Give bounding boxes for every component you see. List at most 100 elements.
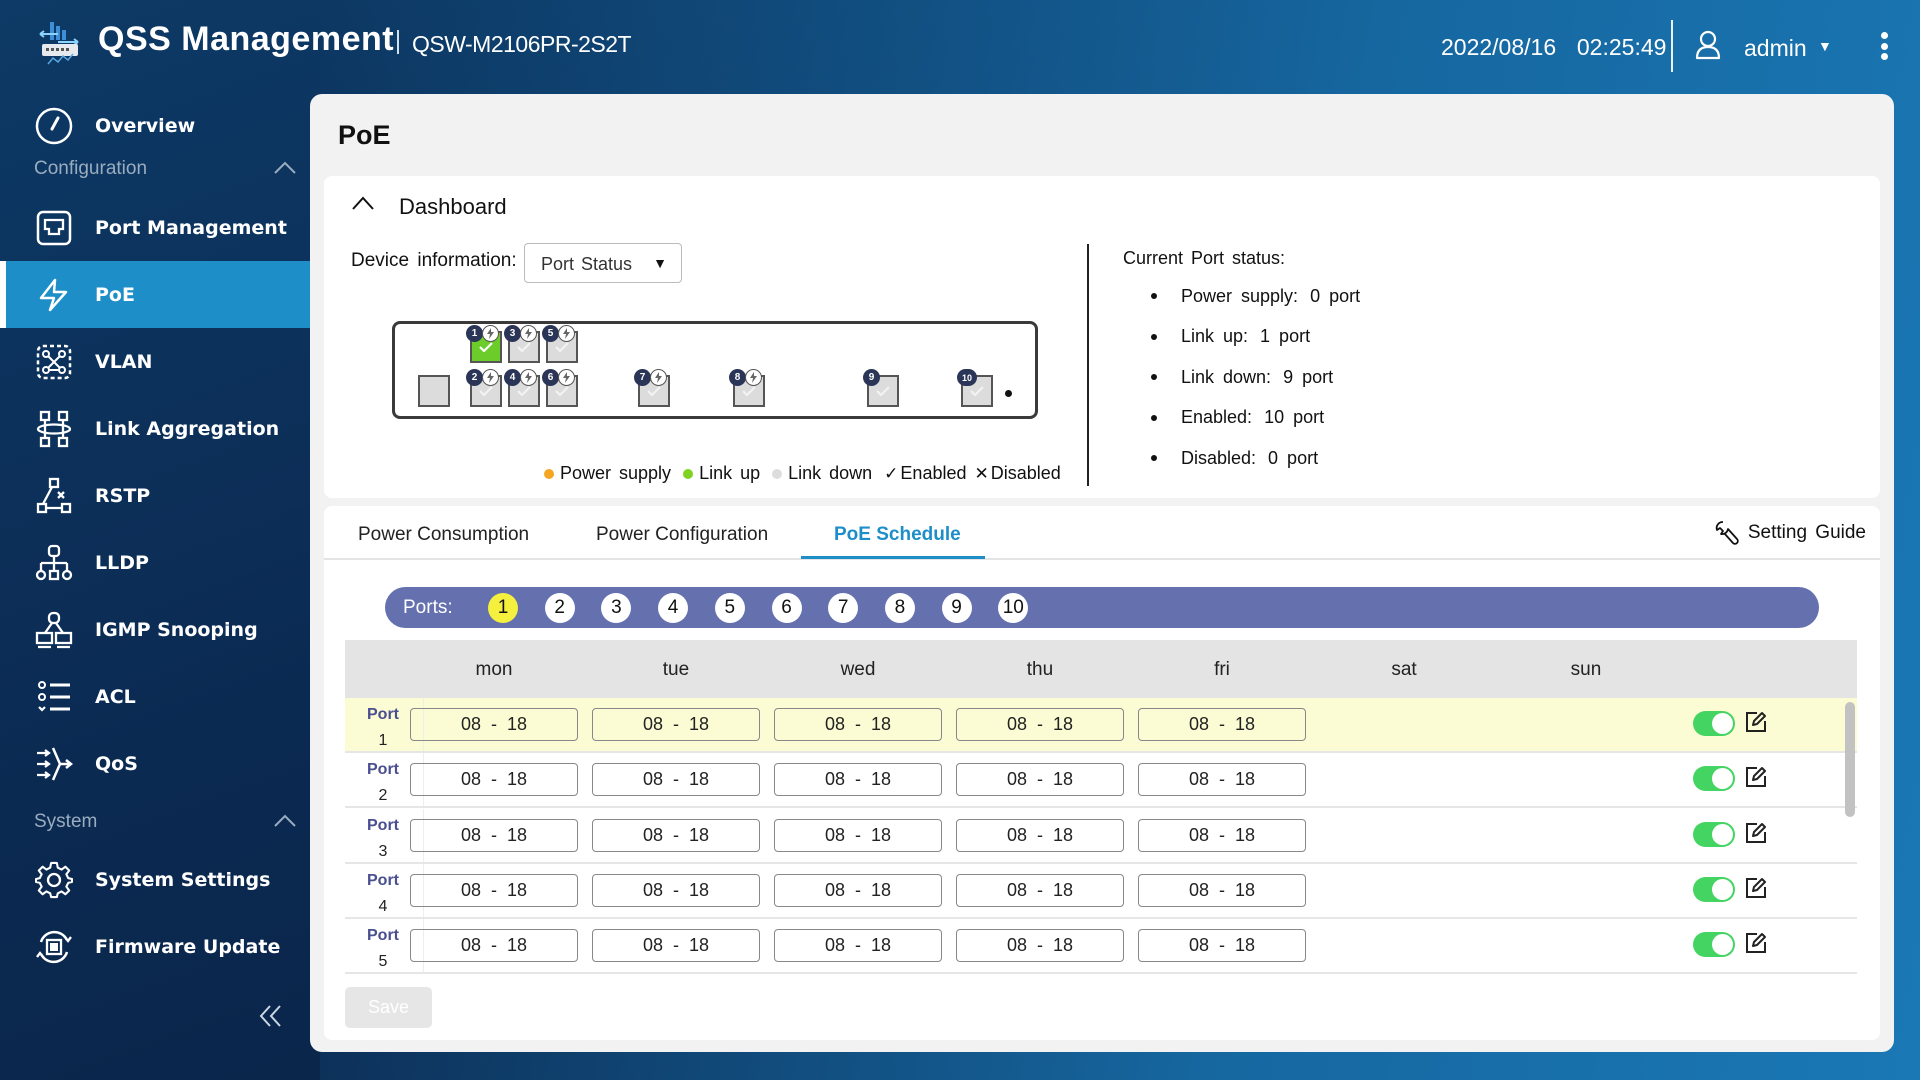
schedule-enable-toggle[interactable] — [1693, 932, 1735, 958]
vlan-icon — [34, 342, 74, 382]
status-value: 10 port — [1264, 407, 1325, 428]
switch-port[interactable]: 10 — [957, 369, 993, 407]
legend-label: Enabled — [900, 463, 967, 483]
port-select-button[interactable]: 2 — [544, 593, 575, 623]
more-options-icon[interactable] — [1878, 32, 1890, 60]
port-select-button[interactable]: 9 — [941, 593, 972, 623]
switch-port[interactable]: 5 — [542, 325, 578, 363]
chevron-up-icon[interactable] — [352, 196, 374, 210]
switch-port[interactable]: 1 — [466, 325, 502, 363]
time-range-mon[interactable]: 08 - 18 — [410, 708, 578, 741]
edit-icon[interactable] — [1744, 765, 1768, 789]
switch-port[interactable]: 3 — [504, 325, 540, 363]
switch-port[interactable]: 4 — [504, 369, 540, 407]
time-range-tue[interactable]: 08 - 18 — [592, 763, 760, 797]
time-range-tue[interactable]: 08 - 18 — [592, 708, 760, 741]
status-power-supply: Power supply: 0 port — [1151, 276, 1360, 317]
schedule-enable-toggle[interactable] — [1693, 821, 1735, 847]
time-range-tue[interactable]: 08 - 18 — [592, 873, 760, 907]
time-range-thu[interactable]: 08 - 18 — [956, 818, 1124, 852]
lightning-icon — [34, 275, 74, 315]
port-select-button[interactable]: 5 — [714, 593, 745, 623]
edit-icon[interactable] — [1744, 710, 1768, 734]
time-range-tue[interactable]: 08 - 18 — [592, 929, 760, 963]
time-range-fri[interactable]: 08 - 18 — [1138, 929, 1306, 963]
sidebar-item-label: Overview — [95, 114, 196, 137]
time-range-wed[interactable]: 08 - 18 — [774, 873, 942, 907]
edit-icon[interactable] — [1744, 876, 1768, 900]
port-legend: Power supply Link up Link down ✓ Enabled … — [544, 463, 1073, 484]
time-range-fri[interactable]: 08 - 18 — [1138, 763, 1306, 797]
port-select-button[interactable]: 4 — [658, 593, 689, 623]
sidebar-item-label: System Settings — [95, 868, 271, 891]
table-scrollbar[interactable] — [1845, 702, 1855, 817]
poe-bolt-icon — [520, 325, 537, 342]
time-range-mon[interactable]: 08 - 18 — [410, 763, 578, 797]
sidebar-item-rstp[interactable]: RSTP — [0, 462, 310, 529]
time-range-fri[interactable]: 08 - 18 — [1138, 818, 1306, 852]
sidebar-item-link-aggregation[interactable]: Link Aggregation — [0, 395, 310, 462]
poe-bolt-icon — [482, 369, 499, 386]
schedule-enable-toggle[interactable] — [1693, 766, 1735, 792]
port-number-badge: 6 — [542, 369, 559, 386]
section-system[interactable]: System — [34, 807, 296, 837]
port-number-badge: 5 — [542, 325, 559, 342]
poe-bolt-icon — [520, 369, 537, 386]
status-link-down: Link down: 9 port — [1151, 357, 1360, 398]
sidebar-item-firmware-update[interactable]: Firmware Update — [0, 913, 310, 980]
tab-power-configuration[interactable]: Power Configuration — [596, 524, 768, 560]
sidebar-item-qos[interactable]: QoS — [0, 730, 310, 797]
time-range-fri[interactable]: 08 - 18 — [1138, 708, 1306, 741]
sidebar-item-vlan[interactable]: VLAN — [0, 328, 310, 395]
time-range-tue[interactable]: 08 - 18 — [592, 818, 760, 852]
port-select-button[interactable]: 10 — [998, 593, 1029, 623]
port-select-button[interactable]: 1 — [488, 593, 518, 623]
sidebar-item-overview[interactable]: Overview — [0, 92, 310, 159]
tab-poe-schedule[interactable]: PoE Schedule — [834, 524, 961, 560]
device-info-select[interactable]: Port Status ▼ — [524, 243, 682, 283]
time-range-mon[interactable]: 08 - 18 — [410, 818, 578, 852]
sidebar-item-poe[interactable]: PoE — [0, 261, 310, 328]
port-select-button[interactable]: 3 — [601, 593, 632, 623]
switch-port[interactable]: 6 — [542, 369, 578, 407]
switch-port[interactable]: 7 — [634, 369, 670, 407]
gear-icon — [34, 860, 74, 900]
time-range-mon[interactable]: 08 - 18 — [410, 929, 578, 963]
switch-port[interactable]: 2 — [466, 369, 502, 407]
time-range-thu[interactable]: 08 - 18 — [956, 873, 1124, 907]
switch-port[interactable]: 8 — [729, 369, 765, 407]
collapse-sidebar-icon[interactable] — [258, 1003, 284, 1029]
time-range-thu[interactable]: 08 - 18 — [956, 708, 1124, 741]
sidebar-item-lldp[interactable]: LLDP — [0, 529, 310, 596]
time-range-thu[interactable]: 08 - 18 — [956, 929, 1124, 963]
schedule-enable-toggle[interactable] — [1693, 711, 1735, 736]
time-range-wed[interactable]: 08 - 18 — [774, 763, 942, 797]
switch-port[interactable]: 9 — [863, 369, 899, 407]
sidebar-item-system-settings[interactable]: System Settings — [0, 846, 310, 913]
time-range-mon[interactable]: 08 - 18 — [410, 873, 578, 907]
port-number-badge: 8 — [729, 369, 746, 386]
user-menu-caret-icon[interactable]: ▼ — [1818, 38, 1832, 54]
time-range-wed[interactable]: 08 - 18 — [774, 929, 942, 963]
port-select-button[interactable]: 6 — [771, 593, 802, 623]
time-range-wed[interactable]: 08 - 18 — [774, 708, 942, 741]
port-select-button[interactable]: 8 — [884, 593, 915, 623]
time-range-wed[interactable]: 08 - 18 — [774, 818, 942, 852]
edit-icon[interactable] — [1744, 931, 1768, 955]
edit-icon[interactable] — [1744, 821, 1768, 845]
legend-label: Power supply — [560, 463, 672, 483]
time-range-thu[interactable]: 08 - 18 — [956, 763, 1124, 797]
user-icon[interactable] — [1695, 30, 1721, 60]
sidebar-item-acl[interactable]: ACL — [0, 663, 310, 730]
sidebar-item-igmp-snooping[interactable]: IGMP Snooping — [0, 596, 310, 663]
sidebar-item-port-management[interactable]: Port Management — [0, 194, 310, 261]
port-select-button[interactable]: 7 — [828, 593, 859, 623]
user-menu[interactable]: admin — [1744, 35, 1807, 62]
tab-power-consumption[interactable]: Power Consumption — [358, 524, 529, 560]
legend-power-supply: Power supply — [544, 463, 671, 484]
schedule-enable-toggle[interactable] — [1693, 876, 1735, 902]
time-range-fri[interactable]: 08 - 18 — [1138, 873, 1306, 907]
save-button[interactable]: Save — [345, 987, 432, 1028]
section-configuration[interactable]: Configuration — [34, 154, 296, 184]
setting-guide-button[interactable]: Setting Guide — [1714, 520, 1866, 546]
